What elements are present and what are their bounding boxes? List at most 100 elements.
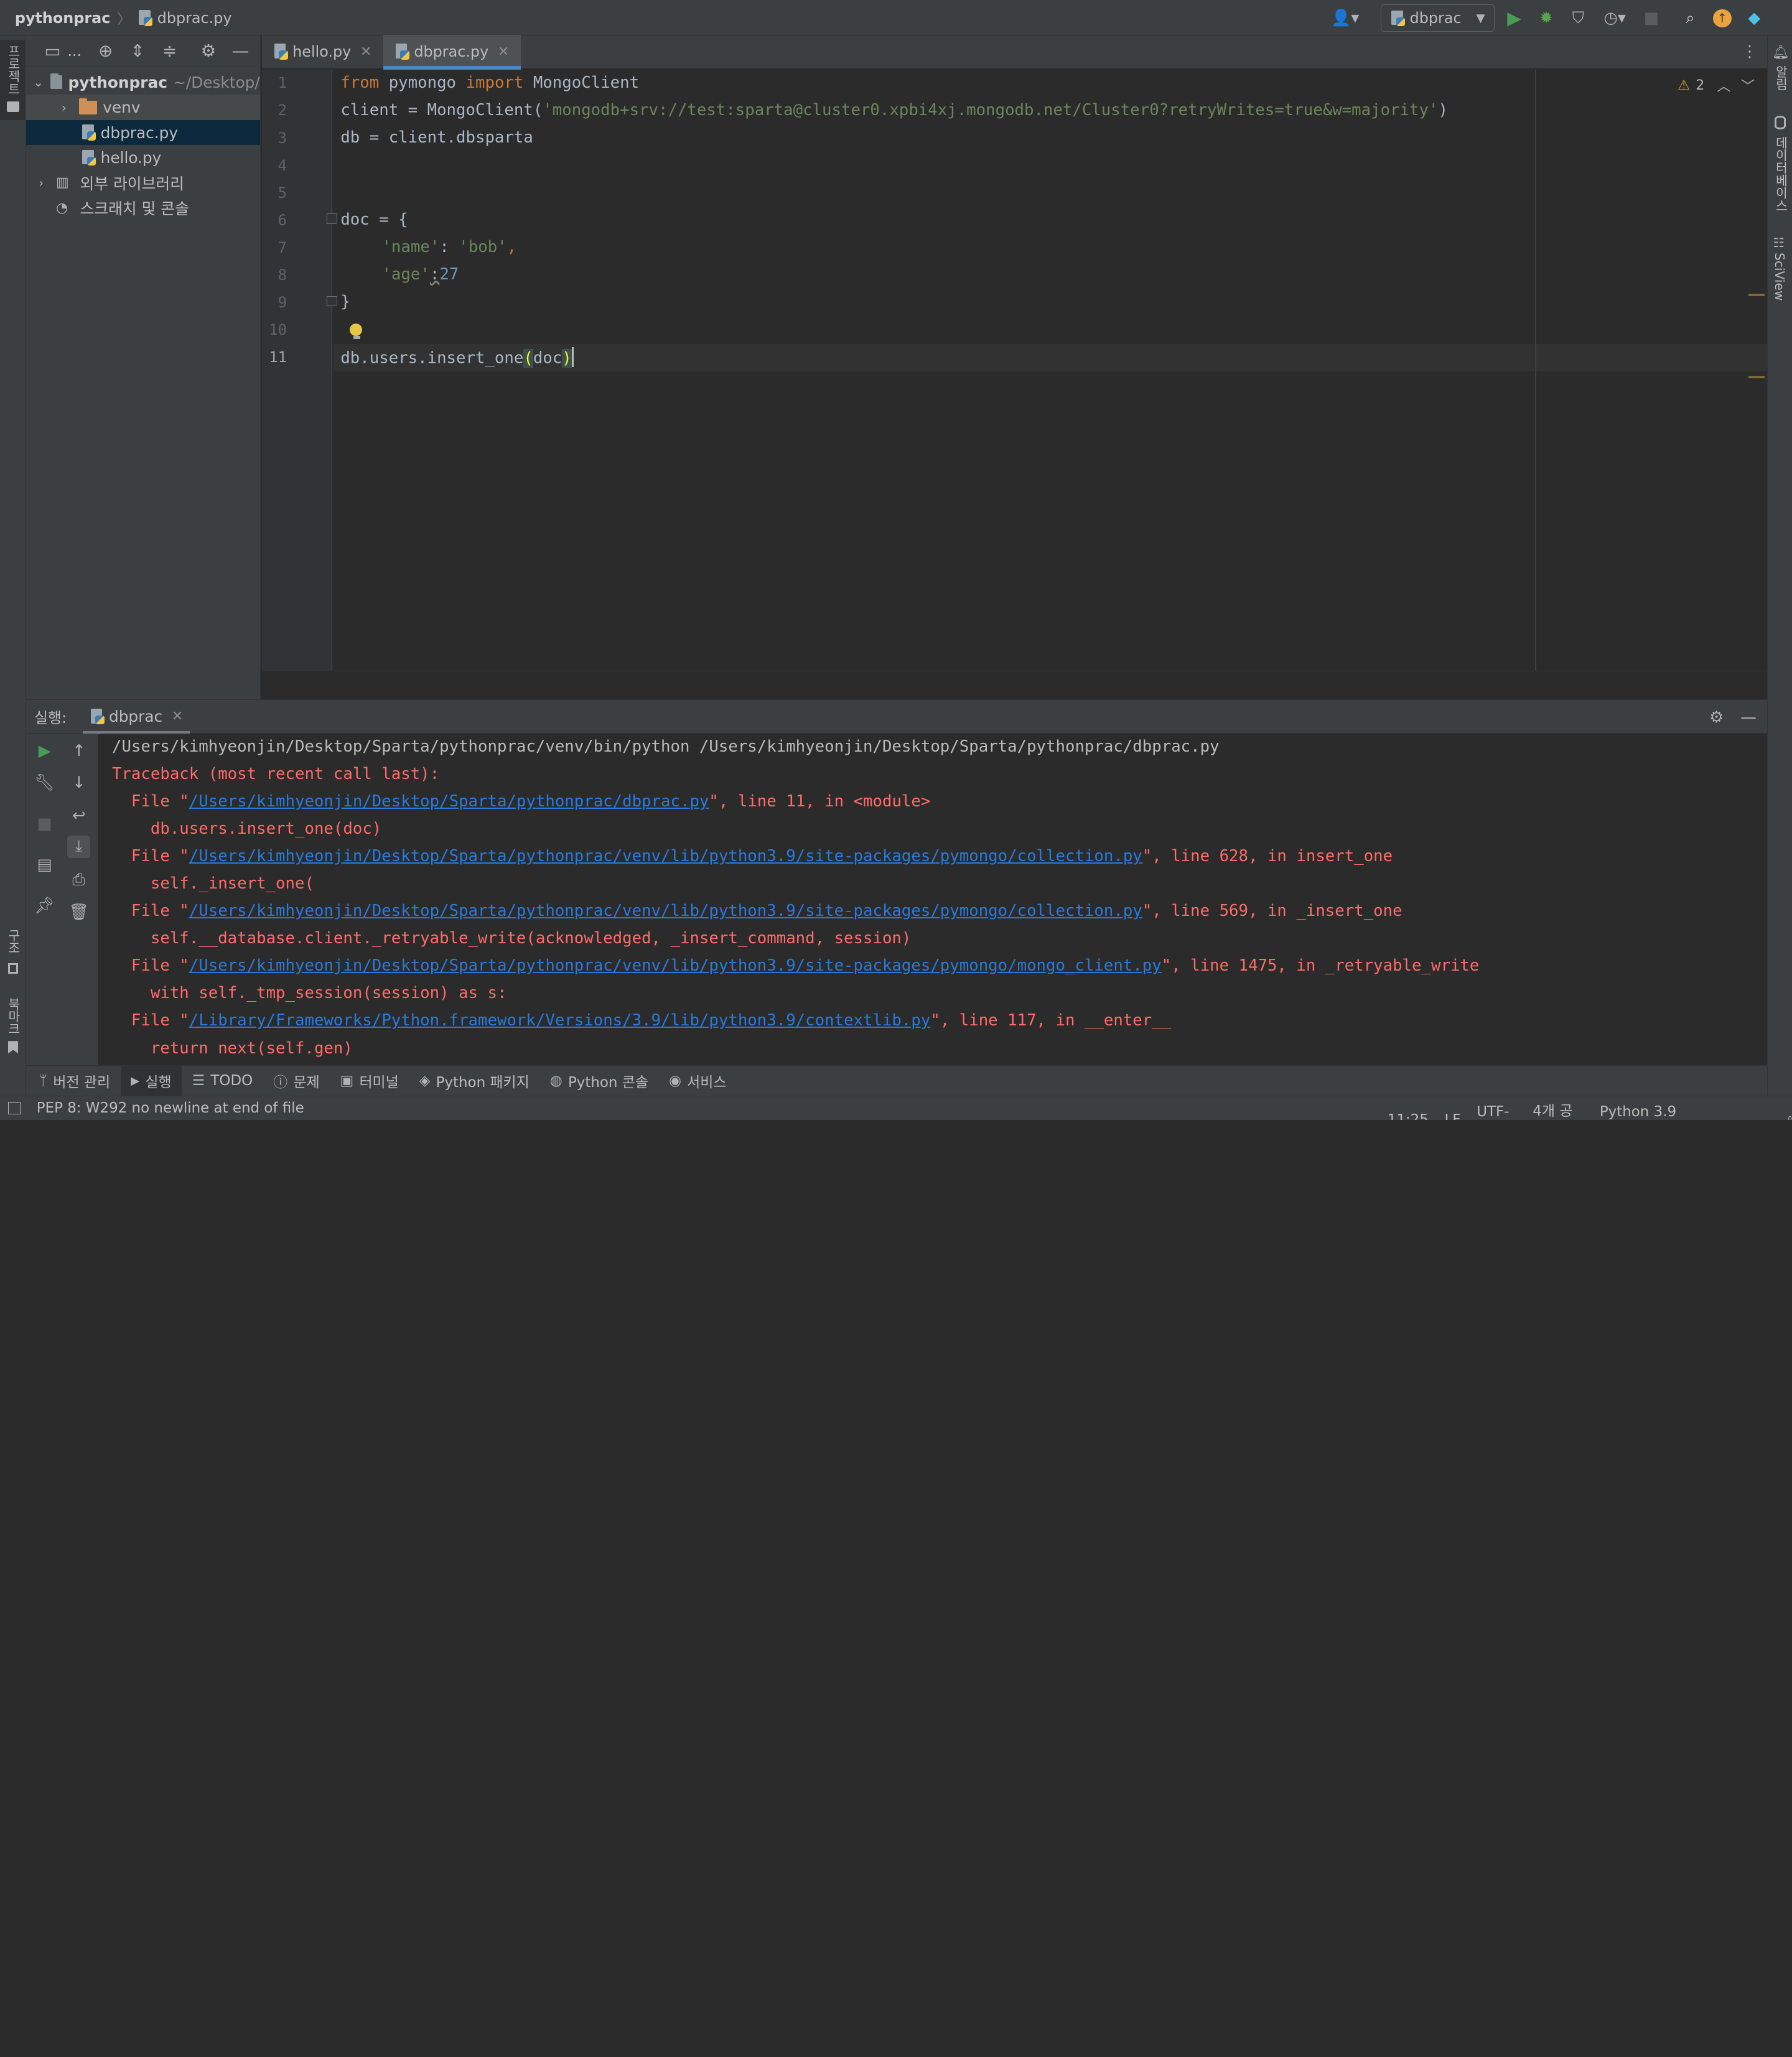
structure-tool-tab[interactable]: 구조: [4, 929, 22, 954]
project-view-options[interactable]: ...: [67, 42, 82, 60]
close-icon[interactable]: ✕: [498, 44, 509, 60]
breadcrumb-project[interactable]: pythonprac: [15, 9, 111, 27]
collapse-all-icon[interactable]: ≑: [157, 39, 182, 63]
string-literal: 'mongodb+srv://test:sparta@cluster0.xpbi…: [543, 100, 1439, 119]
gear-icon[interactable]: ⚙: [196, 39, 221, 63]
right-tool-strip: 🔔︎ 알림 데이터베이스 ☷ SciView: [1766, 35, 1792, 1098]
tool-window-vcs[interactable]: ᛘ 버전 관리: [29, 1065, 121, 1096]
tool-window-python-console[interactable]: ◍ Python 콘솔: [539, 1065, 658, 1096]
scratch-icon: ◔: [55, 200, 68, 216]
tree-item-external-libraries[interactable]: › ▥ 외부 라이브러리: [26, 170, 260, 195]
panel-splitter[interactable]: [261, 671, 1767, 700]
line-number: 10: [269, 321, 287, 339]
view-mode-icon[interactable]: ▭: [40, 39, 65, 63]
close-icon[interactable]: ✕: [360, 44, 371, 60]
run-panel-header: 실행: dbprac ✕ ⚙ —: [26, 699, 1767, 735]
tree-root[interactable]: ⌄ pythonprac ~/Desktop/: [26, 70, 260, 95]
rerun-icon[interactable]: ▶: [33, 739, 56, 762]
sciview-tool-tab[interactable]: SciView: [1772, 253, 1787, 301]
close-icon[interactable]: ✕: [172, 709, 183, 724]
python-interpreter[interactable]: Python 3.9 (pythonprac): [1600, 1104, 1767, 1120]
console-code-line: with self._tmp_session(session) as s:: [111, 984, 507, 1003]
tree-item-scratches[interactable]: ◔ 스크래치 및 콘솔: [26, 195, 260, 220]
code-line-3: db = client.dbsparta: [340, 128, 533, 147]
python-icon: [1390, 10, 1406, 27]
fold-open-icon[interactable]: [327, 213, 337, 224]
profile-icon[interactable]: ◷▾: [1598, 6, 1632, 30]
left-tool-strip: 프로젝트 구조 북마크: [0, 35, 27, 1098]
run-icon[interactable]: ▶: [1501, 6, 1526, 30]
scroll-to-end-icon[interactable]: ⤓: [67, 835, 91, 859]
tree-item-hello[interactable]: hello.py: [26, 145, 260, 170]
tool-window-todo[interactable]: ☰ TODO: [182, 1065, 263, 1096]
update-icon[interactable]: ↑: [1710, 6, 1735, 30]
project-tool-tab[interactable]: 프로젝트: [4, 45, 22, 95]
chevron-down-icon[interactable]: ﹀: [1741, 75, 1755, 95]
tool-window-problems[interactable]: ⓘ 문제: [263, 1065, 330, 1096]
brace-match: ): [562, 349, 572, 368]
indent-setting[interactable]: 4개 공백: [1533, 1099, 1584, 1120]
toggle-tool-windows-icon[interactable]: [7, 1102, 21, 1115]
minimize-icon[interactable]: —: [228, 39, 253, 63]
stop-icon[interactable]: ■: [33, 813, 56, 836]
right-margin-guide: [1534, 70, 1536, 671]
console-text: File ": [111, 902, 189, 921]
run-console[interactable]: /Users/kimhyeonjin/Desktop/Sparta/python…: [99, 734, 1767, 1065]
pep8-warning-token: :: [429, 265, 440, 284]
console-file-link[interactable]: /Users/kimhyeonjin/Desktop/Sparta/python…: [189, 792, 709, 811]
lightbulb-icon[interactable]: [350, 323, 363, 340]
notifications-tool-tab[interactable]: 알림: [1772, 65, 1790, 90]
tab-hello-py[interactable]: hello.py ✕: [262, 35, 383, 68]
scrollbar-warning-marker[interactable]: [1748, 376, 1765, 378]
tool-window-python-packages[interactable]: ◈ Python 패키지: [409, 1065, 539, 1096]
tool-window-terminal[interactable]: ▣ 터미널: [330, 1065, 409, 1096]
caret-position[interactable]: 11:25: [1388, 1112, 1429, 1120]
coverage-icon[interactable]: ⛉: [1566, 6, 1590, 30]
code-line-7: 'name': 'bob',: [381, 238, 516, 256]
pin-icon[interactable]: 📌︎: [33, 895, 56, 918]
minimize-icon[interactable]: —: [1736, 704, 1761, 729]
print-icon[interactable]: ⎙: [67, 869, 90, 892]
layout-icon[interactable]: ▤: [33, 854, 56, 877]
bookmarks-tool-tab[interactable]: 북마크: [4, 997, 22, 1035]
tree-item-venv[interactable]: › venv: [26, 95, 260, 120]
ide-logo-icon[interactable]: ◆: [1742, 6, 1766, 30]
line-separator[interactable]: LF: [1445, 1112, 1461, 1120]
expand-all-icon[interactable]: ⇕: [125, 39, 150, 63]
chevron-up-icon[interactable]: ︿: [1717, 75, 1730, 95]
tool-window-label: 문제: [293, 1075, 320, 1091]
file-encoding[interactable]: UTF-8: [1477, 1104, 1516, 1120]
folder-icon: [50, 73, 63, 90]
gear-icon[interactable]: ⚙: [1704, 704, 1729, 729]
locate-icon[interactable]: ⊕: [93, 39, 118, 63]
console-file-link[interactable]: /Users/kimhyeonjin/Desktop/Sparta/python…: [189, 956, 1162, 975]
run-tab-dbprac[interactable]: dbprac ✕: [82, 700, 190, 735]
status-message[interactable]: PEP 8: W292 no newline at end of file: [37, 1100, 304, 1116]
stop-icon[interactable]: ■: [1639, 6, 1664, 30]
wrench-icon[interactable]: 🔧︎: [33, 772, 56, 795]
database-tool-tab[interactable]: 데이터베이스: [1772, 136, 1790, 212]
tree-item-dbprac[interactable]: dbprac.py: [26, 119, 260, 146]
run-config-selector[interactable]: dbprac ▼: [1380, 4, 1495, 32]
debug-icon[interactable]: ✹: [1534, 6, 1559, 30]
arrow-down-icon[interactable]: ↓: [67, 772, 90, 795]
tab-dbprac-py[interactable]: dbprac.py ✕: [383, 35, 521, 70]
inspection-widget[interactable]: ⚠ 2 ︿ ﹀: [1678, 75, 1755, 95]
search-icon[interactable]: ⌕: [1678, 6, 1702, 30]
scrollbar-warning-marker[interactable]: [1748, 294, 1765, 296]
fold-close-icon[interactable]: [327, 296, 337, 307]
more-options-icon[interactable]: ⋮: [1742, 42, 1758, 61]
console-file-link[interactable]: /Users/kimhyeonjin/Desktop/Sparta/python…: [189, 847, 1142, 865]
soft-wrap-icon[interactable]: ↩: [67, 805, 90, 828]
tool-window-run[interactable]: ▶ 실행: [120, 1065, 182, 1096]
console-file-link[interactable]: /Users/kimhyeonjin/Desktop/Sparta/python…: [189, 902, 1142, 920]
tool-window-services[interactable]: ◉ 서비스: [658, 1065, 737, 1096]
chevron-down-icon: ▼: [1476, 11, 1485, 25]
account-icon[interactable]: 👤▾: [1328, 6, 1362, 30]
run-panel-label: 실행:: [34, 709, 67, 727]
breadcrumb-file[interactable]: dbprac.py: [157, 9, 232, 27]
trash-icon[interactable]: 🗑︎: [67, 900, 90, 923]
console-file-link[interactable]: /Library/Frameworks/Python.framework/Ver…: [189, 1011, 931, 1030]
arrow-up-icon[interactable]: ↑: [67, 739, 90, 762]
lock-icon[interactable]: 🔓︎: [1783, 1112, 1792, 1120]
